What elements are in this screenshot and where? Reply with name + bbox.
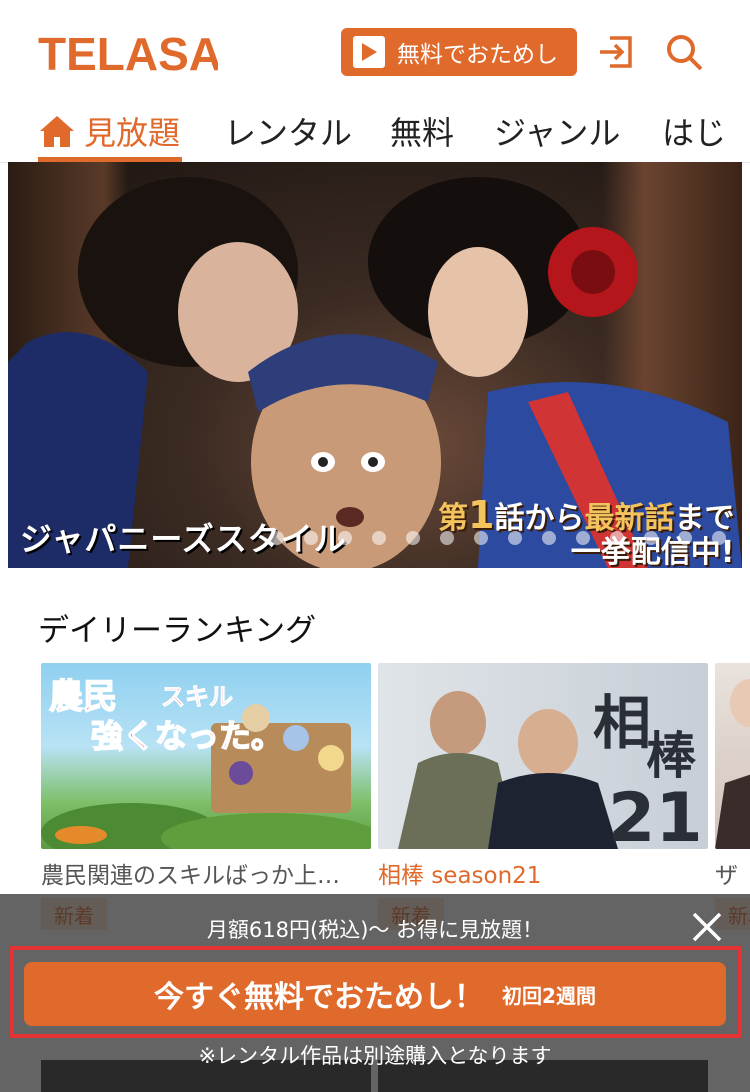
category-nav: 見放題 レンタル 無料 ジャンル はじ bbox=[0, 100, 750, 163]
tab-label: ジャンル bbox=[494, 114, 621, 152]
tab-genre[interactable]: ジャンル bbox=[494, 100, 620, 162]
carousel-dot[interactable] bbox=[338, 531, 352, 545]
tab-free[interactable]: 無料 bbox=[390, 100, 454, 162]
carousel-dots[interactable] bbox=[270, 531, 726, 545]
telasa-logo[interactable]: TELASA bbox=[38, 26, 218, 82]
close-icon[interactable] bbox=[686, 906, 728, 948]
app-header: TELASA 無料でおためし bbox=[0, 0, 750, 100]
ranking-card-3-title[interactable]: ザ bbox=[715, 856, 750, 890]
price-note: 月額618円(税込)～ お得に見放題！ bbox=[206, 918, 544, 942]
carousel-dot[interactable] bbox=[542, 531, 556, 545]
tab-label: レンタル bbox=[224, 114, 353, 152]
carousel-dot[interactable] bbox=[576, 531, 590, 545]
svg-text:スキル: スキル bbox=[161, 683, 233, 711]
card-artwork: 相 棒 21 bbox=[398, 689, 703, 849]
start-free-trial-button[interactable]: 今すぐ無料でおためし！ 初回2週間 bbox=[24, 962, 726, 1026]
carousel-dot[interactable] bbox=[304, 531, 318, 545]
tab-label: 無料 bbox=[390, 114, 455, 152]
ranking-card-1[interactable]: 農民 スキル 強くなった。 bbox=[41, 663, 371, 849]
carousel-dot[interactable] bbox=[270, 531, 284, 545]
login-icon[interactable] bbox=[594, 30, 638, 74]
carousel-dot[interactable] bbox=[372, 531, 386, 545]
svg-text:棒: 棒 bbox=[646, 726, 697, 785]
carousel-dot[interactable] bbox=[610, 531, 624, 545]
carousel-dot[interactable] bbox=[712, 531, 726, 545]
tab-label: 見放題 bbox=[84, 114, 181, 152]
tab-beginner[interactable]: はじ bbox=[662, 100, 726, 162]
cta-sub-label: 初回2週間 bbox=[502, 983, 596, 1008]
home-icon bbox=[40, 116, 74, 147]
hero-banner[interactable]: ジャパニーズスタイル 第1話から最新話まで 一挙配信中! bbox=[8, 162, 742, 568]
card-artwork: 農民 スキル 強くなった。 bbox=[41, 676, 371, 849]
svg-text:21: 21 bbox=[608, 779, 703, 849]
tab-unlimited[interactable]: 見放題 bbox=[38, 100, 180, 162]
ranking-section-title: デイリーランキング bbox=[38, 613, 317, 649]
carousel-dot[interactable] bbox=[406, 531, 420, 545]
ranking-card-2-title[interactable]: 相棒 season21 bbox=[378, 856, 698, 890]
card-artwork bbox=[715, 679, 750, 849]
free-trial-label: 無料でおためし bbox=[397, 42, 558, 68]
svg-text:農民: 農民 bbox=[49, 677, 117, 717]
carousel-dot[interactable] bbox=[508, 531, 522, 545]
carousel-dot[interactable] bbox=[678, 531, 692, 545]
free-trial-button[interactable]: 無料でおためし bbox=[341, 28, 577, 76]
carousel-dot[interactable] bbox=[440, 531, 454, 545]
ranking-card-1-title[interactable]: 農民関連のスキルばっか上… bbox=[41, 856, 361, 890]
svg-text:TELASA: TELASA bbox=[38, 28, 218, 80]
rental-footnote: ※レンタル作品は別途購入となります bbox=[198, 1044, 552, 1068]
tab-label: はじ bbox=[662, 114, 727, 152]
svg-text:相: 相 bbox=[593, 689, 651, 757]
svg-text:強くなった。: 強くなった。 bbox=[91, 717, 283, 755]
carousel-dot[interactable] bbox=[474, 531, 488, 545]
tab-rental[interactable]: レンタル bbox=[224, 100, 352, 162]
ranking-card-2[interactable]: 相 棒 21 bbox=[378, 663, 708, 849]
play-icon bbox=[353, 36, 385, 68]
carousel-dot[interactable] bbox=[644, 531, 658, 545]
search-icon[interactable] bbox=[662, 30, 706, 74]
cta-label: 今すぐ無料でおためし！ bbox=[154, 980, 485, 1015]
ranking-card-3[interactable] bbox=[715, 663, 750, 849]
